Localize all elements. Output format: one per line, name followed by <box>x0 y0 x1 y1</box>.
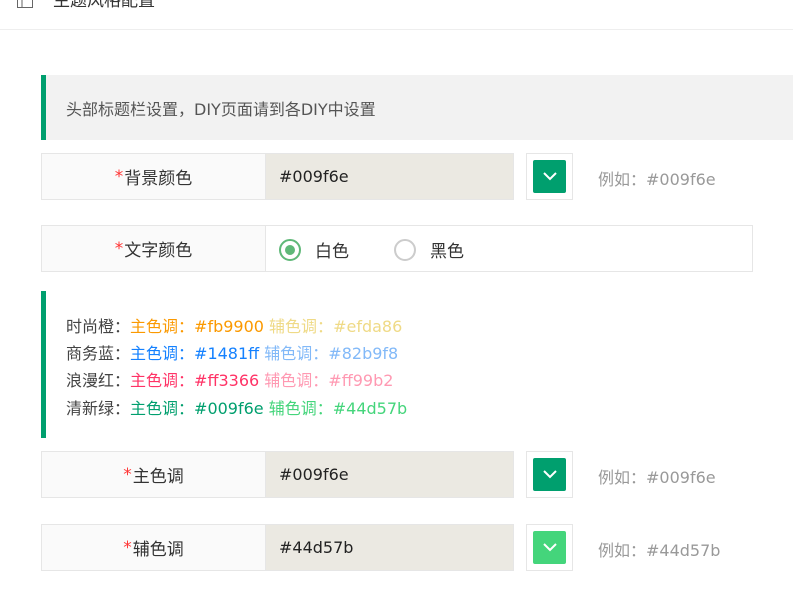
theme-blue: 商务蓝：主色调：#1481ff 辅色调：#82b9f8 <box>66 344 399 363</box>
notice-text: 头部标题栏设置，DIY页面请到各DIY中设置 <box>66 100 376 119</box>
sub-color-example: 例如：#44d57b <box>598 541 721 560</box>
theme-red: 浪漫红：主色调：#ff3366 辅色调：#ff99b2 <box>66 371 394 390</box>
required-mark: * <box>123 537 132 558</box>
text-color-options: 白色 黑色 <box>265 225 753 272</box>
sub-color-row: * 辅色调 #44d57b 例如：#44d57b <box>41 524 720 571</box>
sub-color-input[interactable]: #44d57b <box>265 524 514 571</box>
main-color-picker[interactable] <box>526 451 573 498</box>
color-swatch[interactable] <box>533 458 566 491</box>
text-color-row: * 文字颜色 白色 黑色 <box>41 225 753 272</box>
page-title: 主题风格配置 <box>53 0 155 11</box>
required-mark: * <box>114 238 124 259</box>
radio-unchecked-icon <box>394 238 416 261</box>
required-mark: * <box>123 464 132 485</box>
theme-presets: 时尚橙：主色调：#fb9900 辅色调：#efda86 商务蓝：主色调：#148… <box>41 291 793 438</box>
color-swatch[interactable] <box>533 531 566 564</box>
color-swatch[interactable] <box>533 160 566 193</box>
bg-color-row: * 背景颜色 #009f6e 例如：#009f6e <box>41 153 716 200</box>
layout-icon <box>17 0 33 8</box>
bg-color-picker[interactable] <box>526 153 573 200</box>
required-mark: * <box>114 166 124 187</box>
chevron-down-icon <box>542 470 557 479</box>
main-color-example: 例如：#009f6e <box>598 468 716 487</box>
text-color-label: * 文字颜色 <box>41 225 266 272</box>
theme-orange: 时尚橙：主色调：#fb9900 辅色调：#efda86 <box>66 317 403 336</box>
chevron-down-icon <box>542 172 557 181</box>
radio-black[interactable]: 黑色 <box>394 237 464 262</box>
page-header: 主题风格配置 <box>0 0 793 30</box>
bg-color-label: * 背景颜色 <box>41 153 266 200</box>
notice-banner: 头部标题栏设置，DIY页面请到各DIY中设置 <box>41 75 793 140</box>
chevron-down-icon <box>542 543 557 552</box>
radio-checked-icon <box>279 238 301 261</box>
bg-color-example: 例如：#009f6e <box>598 170 716 189</box>
main-color-input[interactable]: #009f6e <box>265 451 514 498</box>
theme-green: 清新绿：主色调：#009f6e 辅色调：#44d57b <box>66 399 408 418</box>
sub-color-label: * 辅色调 <box>41 524 266 571</box>
main-color-label: * 主色调 <box>41 451 266 498</box>
main-color-row: * 主色调 #009f6e 例如：#009f6e <box>41 451 716 498</box>
radio-white[interactable]: 白色 <box>279 237 349 262</box>
bg-color-input[interactable]: #009f6e <box>265 153 514 200</box>
sub-color-picker[interactable] <box>526 524 573 571</box>
